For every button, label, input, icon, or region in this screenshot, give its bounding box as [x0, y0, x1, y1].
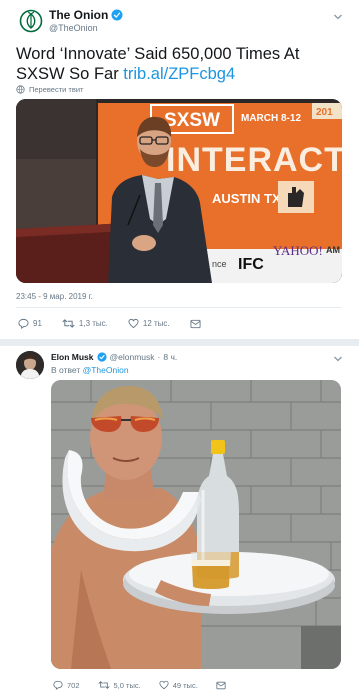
- avatar[interactable]: [16, 351, 44, 379]
- retweet-count: 1,3 тыс.: [78, 319, 108, 328]
- sign-interactive: INTERACTIV: [166, 141, 342, 179]
- like-button[interactable]: 12 тыс.: [128, 318, 170, 329]
- reply-count: 702: [67, 680, 80, 690]
- reply-button[interactable]: 702: [53, 680, 80, 690]
- reply-button[interactable]: 91: [18, 318, 42, 329]
- like-button[interactable]: 49 тыс.: [159, 680, 198, 690]
- tweet-actions: 702 5,0 тыс. 49 тыс.: [53, 680, 244, 690]
- like-count: 12 тыс.: [142, 319, 170, 328]
- reply-to-handle[interactable]: @TheOnion: [83, 365, 129, 375]
- tweet-actions: 91 1,3 тыс. 12 тыс.: [18, 318, 221, 329]
- like-count: 49 тыс.: [172, 680, 198, 690]
- tweet-separator: [0, 339, 359, 346]
- direct-message-button[interactable]: [216, 681, 226, 690]
- sign-sxsw: SXSW: [164, 110, 220, 131]
- retweet-icon: [98, 681, 109, 689]
- sxsw-speaker-image: SXSW MARCH 8-12 201 INTERACTIV AUSTIN TX…: [16, 99, 342, 283]
- tweet-age[interactable]: 8 ч.: [163, 352, 177, 362]
- author-name[interactable]: The Onion: [49, 8, 123, 22]
- envelope-icon: [216, 681, 226, 689]
- heart-icon: [159, 680, 169, 690]
- onion-logo-icon: [19, 9, 43, 33]
- dot-separator: ·: [157, 352, 161, 362]
- reply-count: 91: [33, 319, 42, 328]
- author-handle[interactable]: @elonmusk: [110, 352, 155, 362]
- chevron-down-icon[interactable]: [333, 12, 343, 22]
- tweet-the-onion: The Onion @TheOnion Word ‘Innovate’ Said…: [0, 0, 359, 340]
- tweet-timestamp[interactable]: 23:45 - 9 мар. 2019 г.: [16, 292, 93, 301]
- sign-dates: MARCH 8-12: [241, 113, 301, 124]
- reply-icon: [53, 680, 63, 690]
- elon-musk-avatar-image: [16, 351, 44, 379]
- chevron-down-icon[interactable]: [333, 354, 343, 364]
- tweet-text: Word ‘Innovate’ Said 650,000 Times At SX…: [16, 44, 346, 84]
- tweet-link[interactable]: trib.al/ZPFcbg4: [123, 65, 235, 83]
- sign-sponsor-right: AM: [326, 245, 340, 255]
- envelope-icon: [190, 319, 201, 328]
- verified-badge-icon: [96, 352, 107, 362]
- reply-icon: [18, 318, 29, 329]
- tweet-photo-reply[interactable]: [51, 380, 341, 669]
- heart-icon: [128, 318, 139, 329]
- tweet-header: Elon Musk @elonmusk · 8 ч.: [51, 352, 177, 362]
- translate-label[interactable]: Перевести твит: [29, 85, 83, 94]
- reply-prefix: В ответ: [51, 365, 83, 375]
- retweet-button[interactable]: 1,3 тыс.: [62, 318, 108, 329]
- globe-icon: [16, 85, 25, 94]
- man-toilet-seat-image: [51, 380, 341, 669]
- retweet-button[interactable]: 5,0 тыс.: [98, 680, 141, 690]
- reply-context: В ответ @TheOnion: [51, 365, 129, 375]
- retweet-count: 5,0 тыс.: [113, 680, 141, 690]
- author-name-label[interactable]: The Onion: [49, 8, 108, 22]
- sign-year: 201: [316, 107, 333, 118]
- tweet-photo-sxsw[interactable]: SXSW MARCH 8-12 201 INTERACTIV AUSTIN TX…: [16, 99, 342, 283]
- divider: [16, 307, 342, 308]
- verified-badge-icon: [111, 9, 123, 21]
- direct-message-button[interactable]: [190, 319, 201, 329]
- sign-sponsor-partial: nce: [212, 259, 227, 269]
- sign-sponsor-yahoo: YAHOO!: [273, 243, 323, 258]
- retweet-icon: [62, 319, 75, 328]
- translate-tweet-button[interactable]: Перевести твит: [16, 85, 83, 94]
- author-name[interactable]: Elon Musk: [51, 352, 94, 362]
- author-handle[interactable]: @TheOnion: [49, 23, 98, 33]
- sign-location: AUSTIN TX: [212, 191, 281, 206]
- sign-sponsor-ifc: IFC: [238, 256, 264, 273]
- avatar[interactable]: [16, 6, 46, 36]
